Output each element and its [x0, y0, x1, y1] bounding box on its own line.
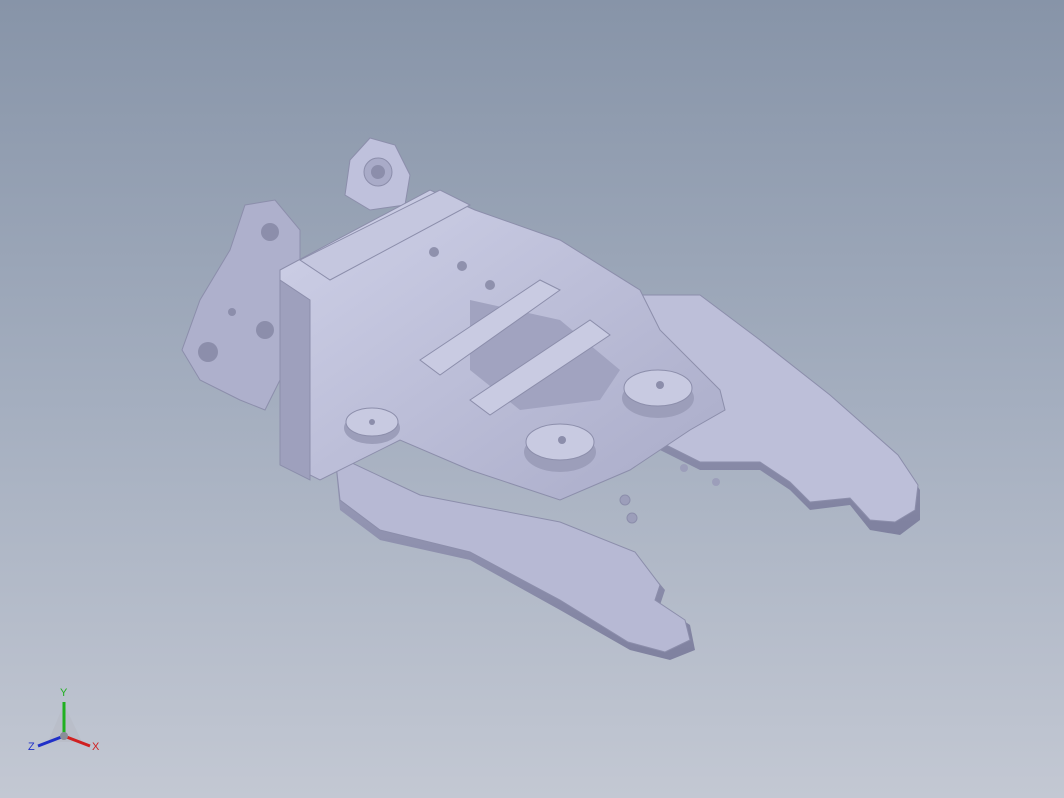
x-axis-label: X — [92, 741, 100, 753]
graphics-viewport[interactable]: Y X Z — [0, 0, 1064, 798]
mounting-ear — [344, 137, 411, 211]
main-housing — [279, 189, 726, 501]
axis-triad: Y X Z — [28, 687, 100, 753]
y-axis-label: Y — [60, 687, 68, 699]
lower-jaw — [334, 454, 695, 660]
jaw-bolts — [619, 464, 720, 524]
z-axis-label: Z — [28, 741, 35, 753]
cad-model-hydraulic-pulverizer[interactable] — [0, 0, 1064, 798]
